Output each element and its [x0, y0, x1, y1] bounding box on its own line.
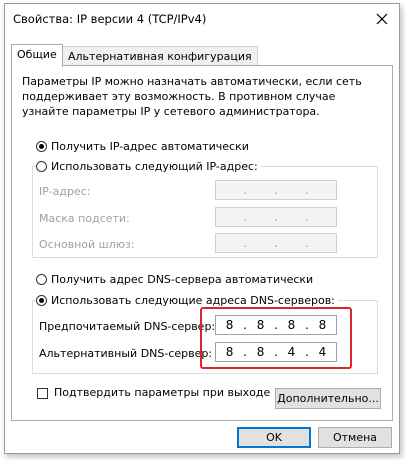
preferred-dns-label: Предпочитаемый DNS-сервер: — [39, 320, 216, 333]
validate-checkbox[interactable] — [37, 388, 48, 399]
ip-manual-radio[interactable] — [36, 161, 47, 172]
alternate-dns-label: Альтернативный DNS-сервер: — [39, 347, 213, 360]
dns-auto-radio[interactable] — [36, 274, 47, 285]
cancel-button[interactable]: Отмена — [318, 427, 392, 448]
close-icon — [376, 13, 388, 25]
dns-manual-radio[interactable] — [36, 295, 47, 306]
dns-auto-option[interactable]: Получить адрес DNS-сервера автоматически — [36, 273, 313, 286]
ip-manual-label: Использовать следующий IP-адрес: — [51, 160, 258, 173]
validate-label: Подтвердить параметры при выходе — [54, 386, 271, 399]
dns-manual-option[interactable]: Использовать следующие адреса DNS-сервер… — [36, 294, 338, 307]
tab-alternate-config[interactable]: Альтернативная конфигурация — [62, 46, 258, 66]
subnet-mask-field[interactable]: ... — [215, 207, 337, 227]
ip-auto-option[interactable]: Получить IP-адрес автоматически — [36, 140, 249, 153]
ip-manual-option[interactable]: Использовать следующий IP-адрес: — [36, 160, 261, 173]
properties-dialog: Свойства: IP версии 4 (TCP/IPv4) Общие А… — [4, 3, 400, 454]
ip-address-field[interactable]: ... — [215, 180, 337, 200]
dns-highlight-annotation — [200, 307, 352, 369]
ip-auto-radio[interactable] — [36, 141, 47, 152]
ip-address-label: IP-адрес: — [39, 185, 91, 198]
default-gateway-label: Основной шлюз: — [39, 238, 135, 251]
dns-manual-label: Использовать следующие адреса DNS-сервер… — [51, 294, 335, 307]
advanced-button[interactable]: Дополнительно... — [275, 388, 381, 409]
window-title: Свойства: IP версии 4 (TCP/IPv4) — [13, 12, 207, 26]
default-gateway-field[interactable]: ... — [215, 233, 337, 253]
tab-strip: Общие Альтернативная конфигурация — [11, 44, 391, 67]
title-bar: Свойства: IP версии 4 (TCP/IPv4) — [5, 4, 399, 34]
description-text: Параметры IP можно назначать автоматичес… — [22, 75, 362, 118]
dns-auto-label: Получить адрес DNS-сервера автоматически — [51, 273, 314, 286]
ok-button[interactable]: OK — [237, 427, 311, 448]
ip-auto-label: Получить IP-адрес автоматически — [51, 140, 249, 153]
subnet-mask-label: Маска подсети: — [39, 212, 130, 225]
close-button[interactable] — [365, 4, 399, 34]
tab-general[interactable]: Общие — [11, 44, 63, 67]
